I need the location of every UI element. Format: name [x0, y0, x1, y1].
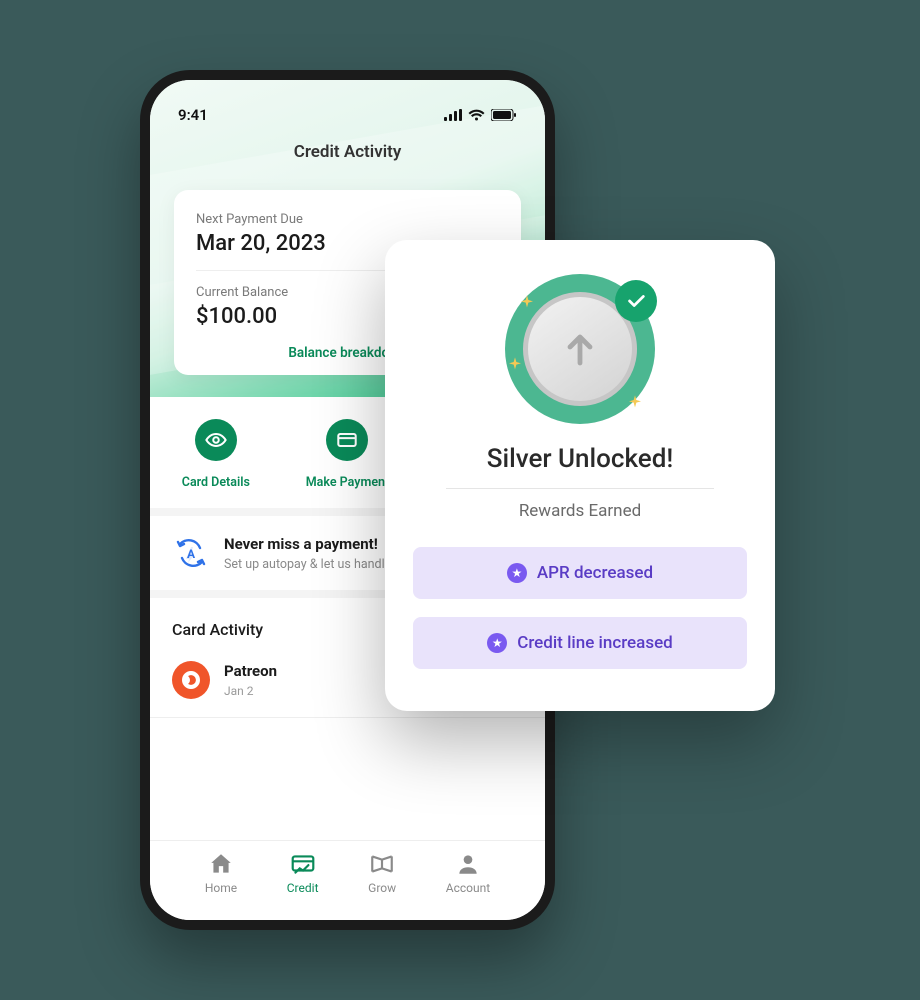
autopay-title: Never miss a payment!: [224, 535, 405, 553]
check-badge-icon: [615, 280, 657, 322]
nav-home[interactable]: Home: [205, 851, 237, 910]
nav-home-label: Home: [205, 881, 237, 895]
nav-account-label: Account: [446, 881, 490, 895]
star-icon: ★: [507, 563, 527, 583]
reward-apr-label: APR decreased: [537, 563, 653, 583]
svg-text:A: A: [187, 547, 196, 561]
status-time: 9:41: [178, 106, 208, 124]
autopay-sub: Set up autopay & let us handle it.: [224, 557, 405, 572]
nav-credit-label: Credit: [287, 881, 319, 895]
sparkle-icon: [507, 356, 523, 372]
card-icon: [326, 419, 368, 461]
reward-popup: Silver Unlocked! Rewards Earned ★ APR de…: [385, 240, 775, 711]
battery-icon: [491, 109, 517, 121]
cellular-icon: [444, 109, 462, 121]
next-payment-label: Next Payment Due: [196, 212, 326, 227]
txn-name: Patreon: [224, 662, 277, 680]
page-title: Credit Activity: [150, 132, 545, 162]
nav-credit[interactable]: Credit: [287, 851, 319, 910]
card-details-label: Card Details: [182, 475, 250, 490]
autopay-icon: A: [172, 534, 210, 572]
medal-graphic: [505, 274, 655, 424]
reward-credit-line[interactable]: ★ Credit line increased: [413, 617, 747, 669]
status-indicators: [444, 109, 517, 121]
make-payment-label: Make Payment: [306, 475, 390, 490]
star-icon: ★: [487, 633, 507, 653]
popup-subtitle: Rewards Earned: [413, 501, 747, 521]
nav-grow[interactable]: Grow: [368, 851, 396, 910]
txn-date: Jan 2: [224, 684, 254, 698]
wifi-icon: [468, 109, 485, 121]
bottom-nav: Home Credit Grow Account: [150, 840, 545, 920]
next-payment-value: Mar 20, 2023: [196, 231, 326, 256]
eye-icon: [195, 419, 237, 461]
patreon-icon: [172, 661, 210, 699]
sparkle-icon: [627, 394, 643, 410]
popup-divider: [446, 488, 713, 489]
card-details-button[interactable]: Card Details: [151, 419, 281, 490]
balance-value: $100.00: [196, 304, 288, 329]
reward-apr[interactable]: ★ APR decreased: [413, 547, 747, 599]
balance-label: Current Balance: [196, 285, 288, 300]
popup-title: Silver Unlocked!: [413, 444, 747, 474]
nav-grow-label: Grow: [368, 881, 396, 895]
nav-account[interactable]: Account: [446, 851, 490, 910]
reward-credit-label: Credit line increased: [517, 633, 673, 653]
status-bar: 9:41: [150, 80, 545, 132]
sparkle-icon: [519, 294, 535, 310]
